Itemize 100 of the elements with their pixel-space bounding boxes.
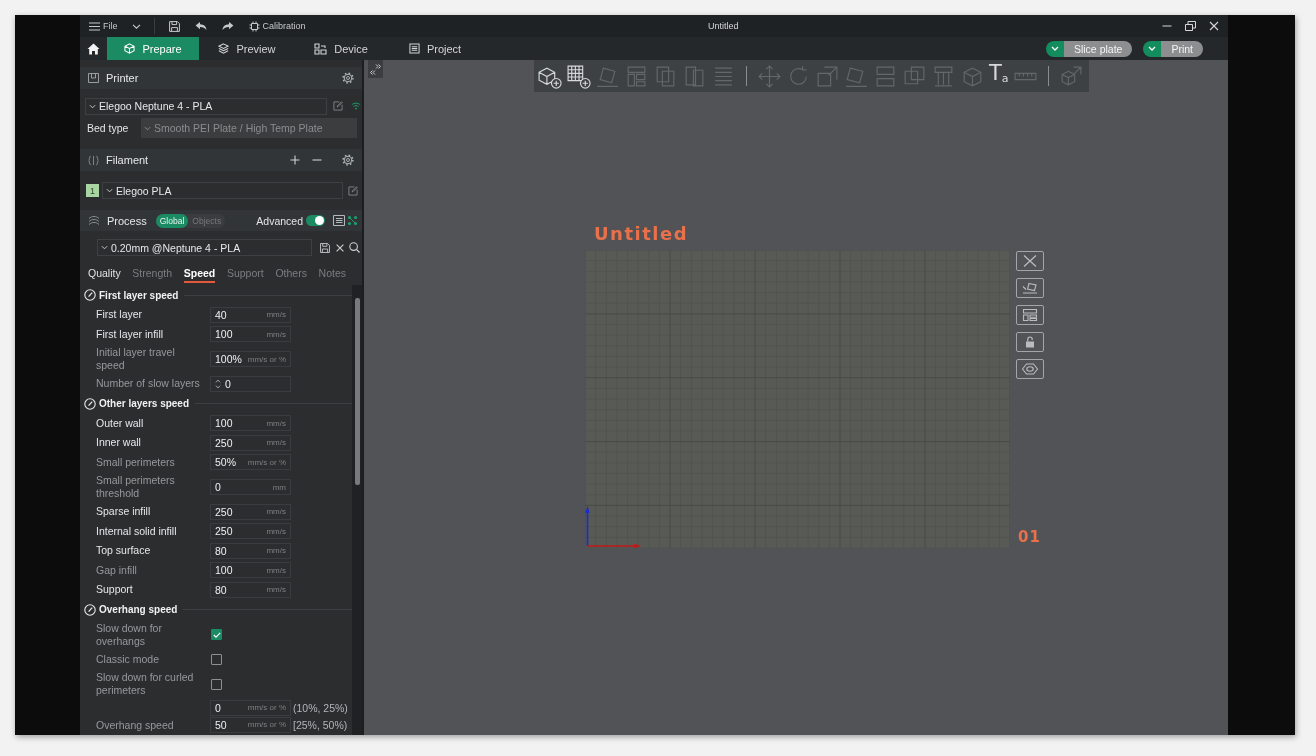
value-field[interactable]: 250 mm/s <box>210 523 291 540</box>
settings-tab[interactable]: Speed <box>183 264 216 283</box>
settings-icon[interactable] <box>342 72 354 84</box>
value-field[interactable]: 250 mm/s <box>210 434 291 451</box>
setting-label: Small perimeters threshold <box>96 473 176 501</box>
scrollbar[interactable] <box>352 285 362 735</box>
value-field[interactable]: 100 mm/s <box>210 326 291 343</box>
caret-icon <box>101 245 108 250</box>
process-preset-select[interactable]: 0.20mm @Neptune 4 - PLA <box>97 239 312 256</box>
section-heading: First layer speed <box>99 289 179 301</box>
settings-icon[interactable] <box>342 154 354 166</box>
value-field[interactable]: 0 mm <box>210 479 291 495</box>
main-tab[interactable]: Project <box>389 37 481 60</box>
value-field[interactable]: 100 mm/s <box>210 415 291 432</box>
setting-label: First layer <box>96 307 144 323</box>
printer-select[interactable]: Elegoo Neptune 4 - PLA <box>85 97 327 115</box>
action-menu-button[interactable] <box>1045 40 1064 57</box>
spin-field[interactable]: 0 <box>210 375 291 392</box>
advanced-toggle[interactable] <box>306 215 325 226</box>
caret-icon <box>1148 46 1157 51</box>
plate-title: Untitled <box>593 223 689 245</box>
unit-label: mm <box>272 482 286 492</box>
unit-label: mm/s <box>266 310 286 320</box>
setting-label: Top surface <box>96 543 152 559</box>
scrollbar-thumb[interactable] <box>355 298 360 485</box>
checkbox[interactable] <box>211 678 222 690</box>
field-label: Bed type <box>87 122 130 134</box>
plate-tool-button[interactable] <box>1016 359 1044 379</box>
speedometer-icon <box>84 603 96 616</box>
spinner-icon[interactable] <box>215 378 221 389</box>
action-menu-button[interactable] <box>1143 40 1162 57</box>
layers-icon <box>218 43 230 54</box>
axes-icon <box>585 506 641 548</box>
caret-icon[interactable] <box>131 23 141 29</box>
layout-icon <box>1020 308 1040 322</box>
nodes-icon[interactable] <box>347 215 358 226</box>
file-menu-button[interactable]: File <box>89 21 118 31</box>
calibration-button[interactable]: Calibration <box>248 20 306 32</box>
cube-icon <box>124 43 136 54</box>
setting-label: Small perimeters <box>96 454 176 470</box>
main-tab[interactable]: Preview <box>201 37 293 60</box>
printer-icon <box>88 73 99 83</box>
unit-label: mm/s <box>266 546 286 556</box>
plate-tool-button[interactable] <box>1016 332 1044 352</box>
search-icon[interactable] <box>349 242 360 253</box>
caret-icon <box>144 125 151 131</box>
value-field[interactable]: 250 mm/s <box>210 503 291 520</box>
main-tab[interactable]: Device <box>295 37 387 60</box>
panel-title: Printer <box>106 72 139 84</box>
scope-tab[interactable]: Global <box>155 213 189 228</box>
list-icon[interactable] <box>333 215 345 226</box>
wifi-icon <box>351 102 361 110</box>
main-tab[interactable]: Prepare <box>107 37 199 60</box>
eye-icon <box>1020 362 1040 376</box>
value-field[interactable]: 100 mm/s <box>210 562 291 579</box>
setting-label: Support <box>96 582 134 598</box>
setting-label: Slow down for curled perimeters <box>96 670 195 698</box>
caret-icon <box>106 188 113 193</box>
device-icon <box>314 42 328 55</box>
section-heading: Other layers speed <box>99 398 190 409</box>
calibration-icon <box>248 20 260 32</box>
range-label: (10%, 25%) <box>293 701 348 714</box>
plate-tool-button[interactable] <box>1016 251 1044 271</box>
setting-label: Slow down for overhangs <box>96 620 163 649</box>
process-icon <box>88 215 100 226</box>
setting-label: Number of slow layers <box>96 376 201 392</box>
caret-icon <box>1050 46 1059 51</box>
range-label: [25%, 50%) <box>293 718 348 731</box>
settings-tab[interactable]: Quality <box>88 264 121 283</box>
unit-label: mm/s <box>266 507 286 517</box>
close-icon[interactable] <box>1209 21 1219 31</box>
save-icon[interactable] <box>320 242 330 253</box>
plate-tool-button[interactable] <box>1016 305 1044 325</box>
toggle-label: Advanced <box>256 214 303 227</box>
text-tool-button[interactable]: T$_{a}$ <box>989 61 1009 91</box>
redo-icon[interactable] <box>221 21 234 31</box>
plate-tool-button[interactable] <box>1016 278 1044 298</box>
collapse-button[interactable] <box>368 60 383 78</box>
value-field[interactable]: 80 mm/s <box>210 581 291 598</box>
restore-icon[interactable] <box>1185 21 1196 31</box>
setting-label: Sparse infill <box>96 504 152 520</box>
setting-label: Initial layer travel speed <box>96 345 176 373</box>
section-heading: Overhang speed <box>99 604 178 615</box>
value-field[interactable]: 80 mm/s <box>210 542 291 559</box>
panel-title: Process <box>107 214 147 227</box>
checkbox[interactable] <box>211 629 222 640</box>
panel-title: Filament <box>106 154 149 166</box>
filament-icon <box>88 154 99 166</box>
value-field[interactable]: 40 mm/s <box>210 306 291 323</box>
add-grid-icon[interactable] <box>566 63 591 89</box>
save-icon[interactable] <box>168 20 180 32</box>
filament-color-swatch[interactable]: 1 <box>86 184 99 197</box>
filament-select[interactable]: Elegoo PLA <box>102 182 343 199</box>
checkbox[interactable] <box>211 653 222 665</box>
edit-icon[interactable] <box>348 185 358 196</box>
menu-icon <box>89 21 100 31</box>
close-icon[interactable] <box>336 243 344 252</box>
edit-icon[interactable] <box>333 101 343 111</box>
plus-icon[interactable] <box>290 155 300 165</box>
undo-icon[interactable] <box>194 21 207 31</box>
